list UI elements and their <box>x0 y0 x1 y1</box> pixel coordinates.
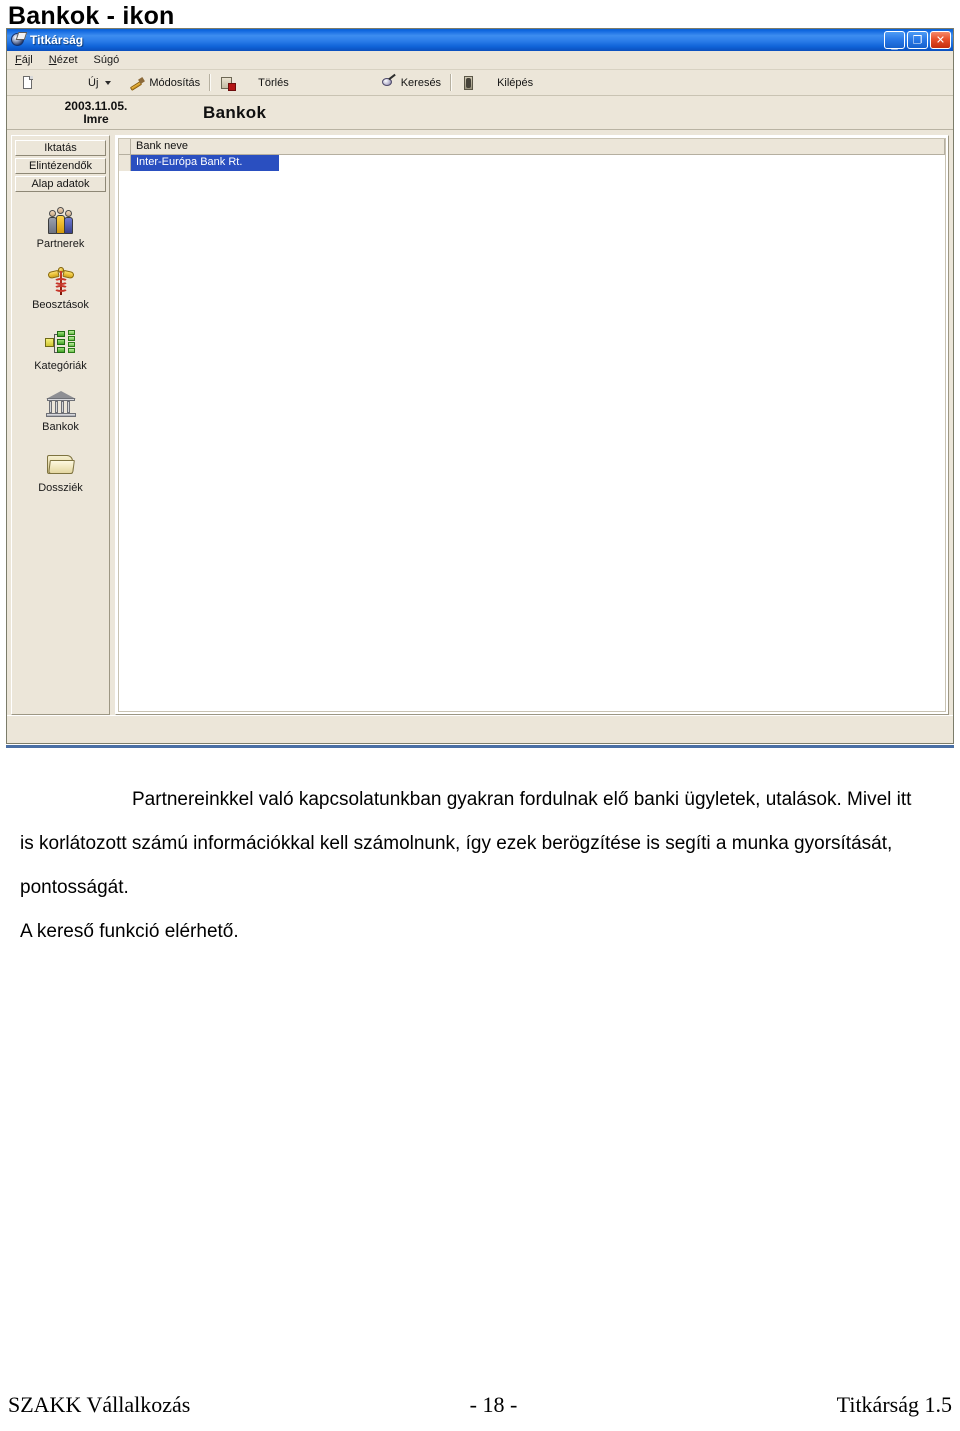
delete-icon <box>220 75 237 91</box>
grid-cell-bank-neve[interactable]: Inter-Európa Bank Rt. <box>131 155 279 171</box>
chevron-down-icon[interactable] <box>105 80 112 85</box>
footer-left: SZAKK Vállalkozás <box>8 1392 191 1417</box>
sidebar-item-kategoriak[interactable]: Kategóriák <box>15 328 106 372</box>
sidebar-items: Partnerek Beosztások Kategóriák Bankok D… <box>15 206 106 494</box>
new-document-button[interactable] <box>15 74 41 92</box>
grid-header-row: Bank neve <box>119 139 945 155</box>
data-grid-panel: Bank neve Inter-Európa Bank Rt. <box>115 135 949 715</box>
caption-date-user: 2003.11.05. Imre <box>21 98 171 126</box>
menu-item-nezet-rest: ézet <box>56 54 78 66</box>
application-window: Titkárság _ ❐ ✕ Fájl Nézet Súgó Új Módos… <box>6 28 954 744</box>
caption-user: Imre <box>83 111 109 126</box>
new-button[interactable]: Új <box>83 76 116 90</box>
new-document-icon <box>20 75 36 91</box>
sidebar-item-beosztasok-label: Beosztások <box>32 299 89 311</box>
restore-button[interactable]: ❐ <box>907 31 928 49</box>
menu-item-sugo[interactable]: Súgó <box>94 54 120 66</box>
menu-item-nezet[interactable]: Nézet <box>49 54 78 66</box>
sidebar: Iktatás Elintézendők Alap adatok Partner… <box>11 135 110 715</box>
grid-column-bank-neve[interactable]: Bank neve <box>131 139 945 154</box>
toolbar: Új Módosítás Törlés Keresés Kilépés <box>7 70 953 96</box>
body-paragraph-2: A kereső funkció elérhető. <box>20 921 239 942</box>
caption-band: 2003.11.05. Imre Bankok <box>7 96 953 130</box>
delete-button-label: Törlés <box>258 76 289 89</box>
people-icon <box>45 206 77 236</box>
data-grid[interactable]: Bank neve Inter-Európa Bank Rt. <box>118 138 946 712</box>
table-row[interactable]: Inter-Európa Bank Rt. <box>119 155 945 171</box>
sidebar-item-bankok-label: Bankok <box>42 421 79 433</box>
modify-button[interactable]: Módosítás <box>124 74 205 92</box>
exit-button[interactable]: Kilépés <box>456 74 538 92</box>
sidebar-tab-alap-adatok[interactable]: Alap adatok <box>15 176 106 192</box>
delete-button[interactable]: Törlés <box>215 74 294 92</box>
caption-title: Bankok <box>203 102 267 122</box>
sidebar-item-dossziek-label: Dossziék <box>38 482 83 494</box>
body-paragraph-1: Partnereinkkel való kapcsolatunkban gyak… <box>20 789 912 898</box>
sidebar-item-kategoriak-label: Kategóriák <box>34 360 87 372</box>
menu-item-fajl-rest: ájl <box>21 54 33 66</box>
page-title: Bankok - ikon <box>8 2 175 30</box>
status-bar <box>7 715 953 731</box>
window-controls: _ ❐ ✕ <box>884 31 951 49</box>
page-footer: SZAKK Vállalkozás - 18 - Titkárság 1.5 <box>8 1392 952 1418</box>
bank-building-icon <box>45 389 77 419</box>
exit-button-label: Kilépés <box>497 76 534 89</box>
sidebar-tab-elintezendok[interactable]: Elintézendők <box>15 158 106 174</box>
search-icon <box>381 73 397 91</box>
footer-page-number: - 18 - <box>469 1392 518 1417</box>
search-button-label: Keresés <box>400 76 442 89</box>
footer-right: Titkárság 1.5 <box>836 1392 952 1417</box>
body-text: Partnereinkkel való kapcsolatunkban gyak… <box>20 778 920 954</box>
grid-empty-area <box>119 171 945 711</box>
toolbar-separator-1 <box>209 74 212 91</box>
modify-button-label: Módosítás <box>149 76 201 89</box>
window-titlebar: Titkárság _ ❐ ✕ <box>7 29 953 51</box>
exit-icon <box>461 75 477 91</box>
sidebar-item-partnerek[interactable]: Partnerek <box>15 206 106 250</box>
grid-row-selector[interactable] <box>119 155 131 171</box>
sidebar-item-partnerek-label: Partnerek <box>36 238 85 250</box>
minimize-button[interactable]: _ <box>884 31 905 49</box>
window-title: Titkárság <box>30 33 84 47</box>
pencil-icon <box>129 75 146 91</box>
sidebar-item-dossziek[interactable]: Dossziék <box>15 450 106 494</box>
app-globe-icon <box>10 32 28 48</box>
sidebar-tab-iktatas[interactable]: Iktatás <box>15 140 106 156</box>
search-button[interactable]: Keresés <box>376 73 446 92</box>
caption-date: 2003.11.05. <box>64 98 128 113</box>
grid-row-selector-corner <box>119 139 131 154</box>
tree-icon <box>44 328 77 358</box>
sidebar-item-bankok[interactable]: Bankok <box>15 389 106 433</box>
close-button[interactable]: ✕ <box>930 31 951 49</box>
toolbar-separator-2 <box>450 74 453 91</box>
caduceus-icon <box>45 267 77 297</box>
menu-item-fajl[interactable]: Fájl <box>15 54 33 66</box>
new-button-label: Új <box>88 76 99 89</box>
folder-icon <box>45 450 77 480</box>
window-body: Iktatás Elintézendők Alap adatok Partner… <box>7 130 953 715</box>
sidebar-item-beosztasok[interactable]: Beosztások <box>15 267 106 311</box>
divider-rule <box>6 745 954 748</box>
menu-bar: Fájl Nézet Súgó <box>7 51 953 70</box>
sidebar-tabs: Iktatás Elintézendők Alap adatok <box>15 140 106 192</box>
